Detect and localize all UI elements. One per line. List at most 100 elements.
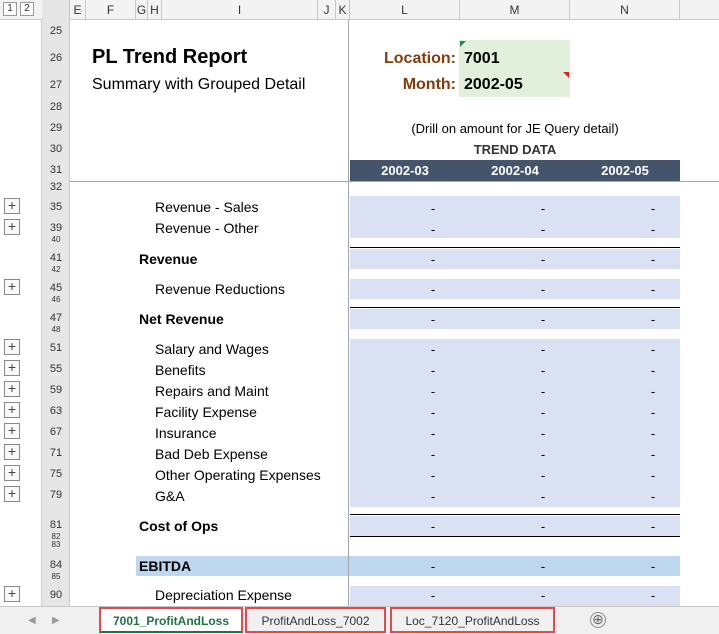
row-header[interactable]: 67 [42,426,70,438]
expand-group-71-icon[interactable]: + [4,444,20,460]
line-item-label[interactable]: Repairs and Maint [155,383,269,399]
row-header[interactable]: 51 [42,342,70,354]
amount-cell[interactable]: - [646,519,660,534]
amount-cell[interactable]: - [536,342,550,357]
amount-cell[interactable]: - [646,312,660,327]
column-header-l[interactable]: L [350,0,460,20]
comment-indicator-icon[interactable] [563,72,569,78]
row-header[interactable]: 47 [42,312,70,324]
row-header[interactable]: 27 [42,79,70,91]
amount-cell[interactable]: - [646,201,660,216]
column-header-f[interactable]: F [86,0,136,20]
expand-group-79-icon[interactable]: + [4,486,20,502]
row-header[interactable]: 84 [42,559,70,571]
row-header[interactable]: 71 [42,447,70,459]
amount-cell[interactable]: - [426,222,440,237]
amount-cell[interactable]: - [536,519,550,534]
amount-cell[interactable]: - [646,489,660,504]
line-item-label[interactable]: Other Operating Expenses [155,467,321,483]
column-header-i[interactable]: I [162,0,318,20]
amount-cell[interactable]: - [426,426,440,441]
expand-group-55-icon[interactable]: + [4,360,20,376]
amount-cell[interactable]: - [646,384,660,399]
add-sheet-icon[interactable]: ⊕ [590,612,606,628]
scroll-right-icon[interactable]: ▶ [52,615,60,626]
amount-cell[interactable]: - [646,342,660,357]
amount-cell[interactable]: - [426,468,440,483]
expand-group-39-icon[interactable]: + [4,219,20,235]
amount-cell[interactable]: - [536,559,550,574]
amount-cell[interactable]: - [426,312,440,327]
amount-cell[interactable]: - [646,588,660,603]
row-header[interactable]: 63 [42,405,70,417]
row-header[interactable]: 39 [42,222,70,234]
column-header-h[interactable]: H [148,0,162,20]
amount-cell[interactable]: - [536,588,550,603]
sheet-tab-profitandloss-7002[interactable]: ProfitAndLoss_7002 [245,607,386,633]
expand-group-59-icon[interactable]: + [4,381,20,397]
amount-cell[interactable]: - [426,342,440,357]
amount-cell[interactable]: - [646,222,660,237]
row-header[interactable]: 26 [42,52,70,64]
column-header-m[interactable]: M [460,0,570,20]
amount-cell[interactable]: - [646,559,660,574]
row-header[interactable]: 28 [42,101,70,113]
sheet-tab-7001-profitandloss[interactable]: 7001_ProfitAndLoss [99,607,243,633]
row-header[interactable]: 45 [42,282,70,294]
line-item-label[interactable]: Revenue - Sales [155,199,259,215]
period-header[interactable]: 2002-04 [460,160,570,181]
period-header[interactable]: 2002-05 [570,160,680,181]
expand-group-45-icon[interactable]: + [4,279,20,295]
row-header[interactable]: 32 [42,181,70,193]
period-header[interactable]: 2002-03 [350,160,460,181]
amount-cell[interactable]: - [426,519,440,534]
amount-cell[interactable]: - [426,559,440,574]
outline-level-2-button[interactable]: 2 [20,2,34,16]
row-header[interactable]: 85 [42,573,70,581]
column-header-k[interactable]: K [336,0,350,20]
column-header-n[interactable]: N [570,0,680,20]
line-item-label[interactable]: Depreciation Expense [155,587,292,603]
expand-group-51-icon[interactable]: + [4,339,20,355]
line-item-label[interactable]: Benefits [155,362,206,378]
amount-cell[interactable]: - [646,282,660,297]
row-header[interactable]: 42 [42,266,70,274]
amount-cell[interactable]: - [646,468,660,483]
amount-cell[interactable]: - [536,201,550,216]
expand-group-63-icon[interactable]: + [4,402,20,418]
amount-cell[interactable]: - [426,282,440,297]
amount-cell[interactable]: - [536,489,550,504]
row-header[interactable]: 35 [42,201,70,213]
row-header[interactable]: 40 [42,236,70,244]
row-header[interactable]: 81 [42,519,70,531]
amount-cell[interactable]: - [646,426,660,441]
line-item-label[interactable]: Revenue - Other [155,220,259,236]
amount-cell[interactable]: - [536,405,550,420]
amount-cell[interactable]: - [426,363,440,378]
column-header-g[interactable]: G [136,0,148,20]
amount-cell[interactable]: - [426,252,440,267]
amount-cell[interactable]: - [536,222,550,237]
amount-cell[interactable]: - [536,282,550,297]
row-header[interactable]: 29 [42,122,70,134]
row-header[interactable]: 75 [42,468,70,480]
amount-cell[interactable]: - [536,312,550,327]
amount-cell[interactable]: - [536,447,550,462]
amount-cell[interactable]: - [536,468,550,483]
location-input-cell[interactable]: 7001 [464,50,500,68]
column-header-e[interactable]: E [70,0,86,20]
amount-cell[interactable]: - [536,426,550,441]
expand-group-67-icon[interactable]: + [4,423,20,439]
row-header[interactable]: 59 [42,384,70,396]
row-header[interactable]: 41 [42,252,70,264]
row-header[interactable]: 46 [42,296,70,304]
month-input-cell[interactable]: 2002-05 [464,76,523,94]
expand-group-75-icon[interactable]: + [4,465,20,481]
line-item-label[interactable]: Revenue Reductions [155,281,285,297]
amount-cell[interactable]: - [426,405,440,420]
line-item-label[interactable]: G&A [155,488,185,504]
amount-cell[interactable]: - [646,252,660,267]
scroll-left-icon[interactable]: ◀ [28,615,36,626]
subtotal-label[interactable]: Cost of Ops [139,518,218,534]
ebitda-label[interactable]: EBITDA [139,558,191,574]
